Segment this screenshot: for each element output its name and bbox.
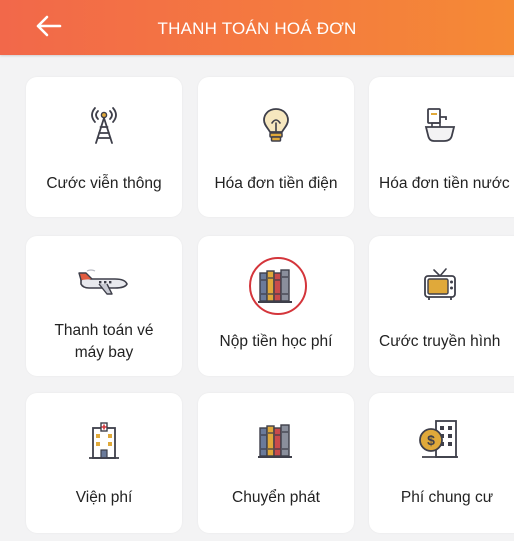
books-icon: [198, 266, 354, 306]
service-label-line1: Thanh toán vé: [54, 322, 154, 339]
service-label: Hóa đơn tiền điện: [214, 175, 338, 192]
service-tile-hospital[interactable]: Viện phí: [26, 393, 182, 533]
antenna-icon: [26, 105, 182, 145]
service-label: Viện phí: [75, 489, 133, 506]
service-tile-cable-tv[interactable]: Cước truyền hình: [369, 236, 514, 376]
service-tile-airfare[interactable]: Thanh toán vé máy bay: [26, 236, 182, 376]
service-label: Nộp tiền học phí: [219, 333, 333, 350]
service-tile-courier[interactable]: Chuyển phát: [198, 393, 354, 533]
back-button[interactable]: [30, 10, 66, 42]
hospital-icon: [26, 421, 182, 461]
service-label: Phí chung cư: [400, 489, 494, 506]
airplane-icon: [26, 263, 182, 303]
service-label: Hóa đơn tiền nước: [379, 175, 510, 192]
service-tile-electricity[interactable]: Hóa đơn tiền điện: [198, 77, 354, 217]
apartment-icon: $: [369, 419, 514, 459]
tv-icon: [369, 264, 514, 304]
service-tile-water[interactable]: Hóa đơn tiền nước: [369, 77, 514, 217]
water-tap-icon: [369, 105, 514, 145]
app-header: THANH TOÁN HOÁ ĐƠN: [0, 0, 514, 55]
arrow-left-icon: [36, 15, 62, 37]
parcel-icon: [198, 421, 354, 461]
service-tile-tuition[interactable]: Nộp tiền học phí: [198, 236, 354, 376]
service-label-line2: máy bay: [74, 344, 134, 361]
service-tile-telecom[interactable]: Cước viễn thông: [26, 77, 182, 217]
lightbulb-icon: [198, 105, 354, 145]
service-label: Chuyển phát: [232, 489, 320, 506]
service-label: Cước viễn thông: [46, 175, 162, 192]
page-title: THANH TOÁN HOÁ ĐƠN: [157, 19, 357, 38]
service-tile-apartment-fee[interactable]: $ Phí chung cư: [369, 393, 514, 533]
service-label: Cước truyền hình: [379, 333, 501, 350]
svg-text:$: $: [427, 432, 435, 448]
